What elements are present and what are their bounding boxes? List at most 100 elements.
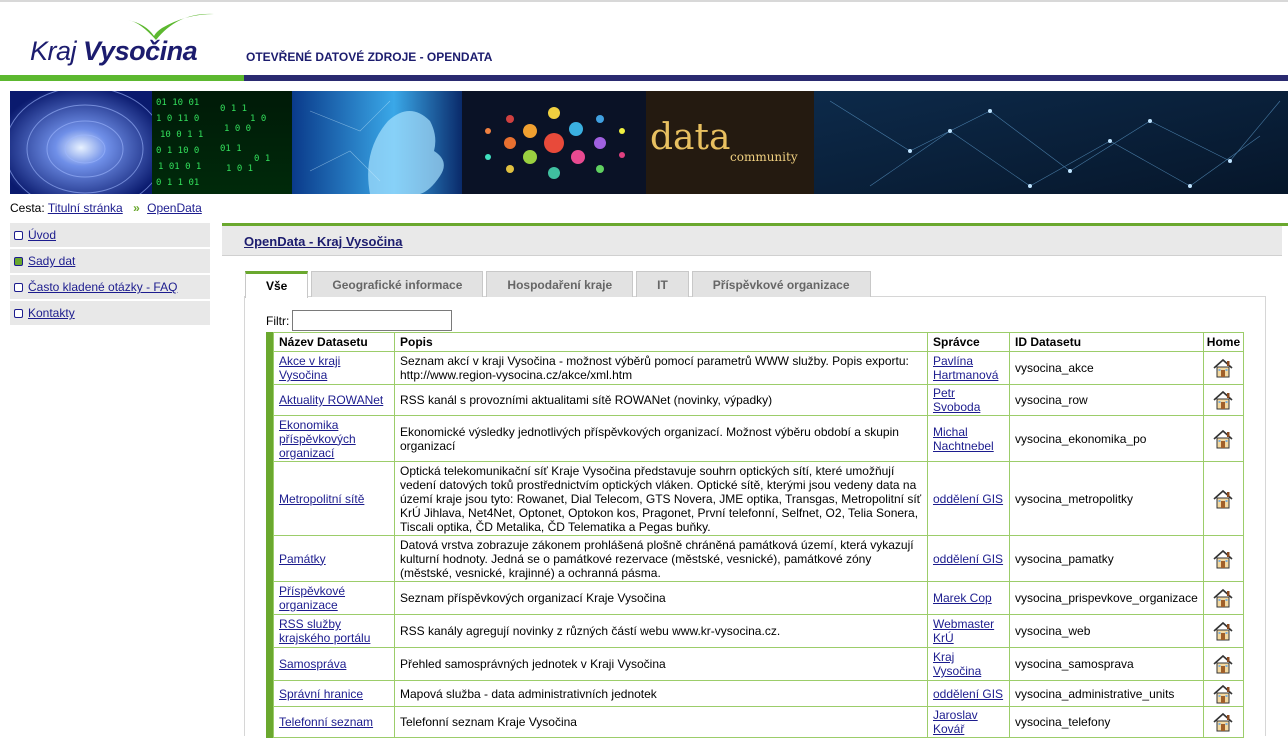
cell-home — [1202, 384, 1245, 416]
spravce-link[interactable]: Petr Svoboda — [933, 386, 980, 414]
svg-text:0 1: 0 1 — [254, 154, 270, 164]
sidebar-item-uvod[interactable]: Úvod — [10, 223, 210, 247]
tab-prispevkove-organizace[interactable]: Příspěvkové organizace — [691, 271, 871, 297]
category-tabs: Vše Geografické informace Hospodaření kr… — [245, 271, 874, 298]
breadcrumb-link-opendata[interactable]: OpenData — [147, 201, 202, 215]
table-row: Ekonomika příspěvkových organizací Ekonom… — [273, 415, 1245, 462]
spravce-link[interactable]: oddělení GIS — [933, 552, 1003, 566]
column-header-spravce[interactable]: Správce — [927, 332, 1010, 352]
sidebar-item-faq[interactable]: Často kladené otázky - FAQ — [10, 275, 210, 299]
sidebar-item-label[interactable]: Kontakty — [28, 306, 75, 320]
table-row: Příspěvkové organizace Seznam příspěvkový… — [273, 581, 1245, 615]
logo-word-vysocina: Vysočina — [83, 36, 198, 66]
cell-name: Metropolitní sítě — [273, 461, 395, 536]
column-header-description[interactable]: Popis — [394, 332, 928, 352]
cell-description: RSS kanály agregují novinky z různých čá… — [394, 614, 928, 648]
dataset-name-link[interactable]: RSS služby krajského portálu — [279, 617, 370, 645]
square-bullet-active-icon — [14, 256, 23, 266]
cell-description: Telefonní seznam Kraje Vysočina — [394, 706, 928, 738]
cell-spravce: oddělení GIS — [927, 535, 1010, 582]
svg-text:01 1: 01 1 — [220, 144, 242, 154]
tab-geograficke-informace[interactable]: Geografické informace — [311, 271, 484, 297]
table-row: RSS služby krajského portálu RSS kanály a… — [273, 614, 1245, 648]
home-icon[interactable] — [1212, 712, 1234, 732]
sidebar-item-label[interactable]: Často kladené otázky - FAQ — [28, 280, 177, 294]
table-row: Správní hranice Mapová služba - data admi… — [273, 680, 1245, 707]
cell-dataset-id: vysocina_akce — [1009, 351, 1204, 385]
spravce-link[interactable]: Pavlína Hartmanová — [933, 354, 998, 382]
main-content: OpenData - Kraj Vysočina Vše Geografické… — [222, 223, 1288, 738]
home-icon[interactable] — [1212, 588, 1234, 608]
svg-text:1 0 11 0: 1 0 11 0 — [156, 114, 199, 124]
breadcrumb-prefix: Cesta: — [10, 201, 45, 215]
site-title: OTEVŘENÉ DATOVÉ ZDROJE - OPENDATA — [246, 50, 493, 64]
home-icon[interactable] — [1212, 358, 1234, 378]
home-icon[interactable] — [1212, 429, 1234, 449]
dataset-name-link[interactable]: Příspěvkové organizace — [279, 584, 345, 612]
sidebar-item-label[interactable]: Úvod — [28, 228, 56, 242]
home-icon[interactable] — [1212, 549, 1234, 569]
home-icon[interactable] — [1212, 390, 1234, 410]
svg-text:1 01 0 1: 1 01 0 1 — [158, 162, 201, 172]
table-row: Metropolitní sítě Optická telekomunikační… — [273, 461, 1245, 536]
spravce-link[interactable]: Kraj Vysočina — [933, 650, 981, 678]
home-icon[interactable] — [1212, 489, 1234, 509]
dataset-name-link[interactable]: Samospráva — [279, 657, 346, 671]
site-header: Kraj Vysočina OTEVŘENÉ DATOVÉ ZDROJE - O… — [0, 2, 1288, 81]
tab-it[interactable]: IT — [636, 271, 689, 297]
svg-text:10 0 1 1: 10 0 1 1 — [160, 130, 203, 140]
kraj-vysocina-logo[interactable]: Kraj Vysočina — [30, 8, 220, 74]
cell-dataset-id: vysocina_samosprava — [1009, 647, 1204, 681]
home-icon[interactable] — [1212, 621, 1234, 641]
dataset-name-link[interactable]: Správní hranice — [279, 687, 363, 701]
filter-label: Filtr: — [266, 313, 290, 328]
cell-spravce: Michal Nachtnebel — [927, 415, 1010, 462]
datasets-table: Název Datasetu Popis Správce ID Datasetu… — [273, 332, 1245, 738]
column-header-name[interactable]: Název Datasetu — [273, 332, 395, 352]
cell-dataset-id: vysocina_prispevkove_organizace — [1009, 581, 1204, 615]
dataset-name-link[interactable]: Aktuality ROWANet — [279, 393, 383, 407]
page-title[interactable]: OpenData - Kraj Vysočina — [244, 234, 402, 249]
dataset-name-link[interactable]: Památky — [279, 552, 326, 566]
cell-name: Aktuality ROWANet — [273, 384, 395, 416]
cell-description: Přehled samosprávných jednotek v Kraji V… — [394, 647, 928, 681]
cell-name: Akce v kraji Vysočina — [273, 351, 395, 385]
logo-wordmark: Kraj Vysočina — [30, 36, 198, 67]
spravce-link[interactable]: oddělení GIS — [933, 687, 1003, 701]
spravce-link[interactable]: Michal Nachtnebel — [933, 425, 994, 453]
spravce-link[interactable]: Jaroslav Kovář — [933, 708, 978, 736]
breadcrumb-separator: » — [133, 201, 140, 215]
breadcrumb-link-home[interactable]: Titulní stránka — [48, 201, 123, 215]
datasets-table-wrap: Název Datasetu Popis Správce ID Datasetu… — [266, 332, 1245, 738]
tab-hospodareni-kraje[interactable]: Hospodaření kraje — [486, 271, 634, 297]
column-header-home: Home — [1202, 332, 1245, 352]
cell-description: Mapová služba - data administrativních j… — [394, 680, 928, 707]
cell-spravce: Kraj Vysočina — [927, 647, 1010, 681]
column-header-id[interactable]: ID Datasetu — [1009, 332, 1204, 352]
cell-home — [1202, 415, 1245, 462]
tab-vse[interactable]: Vše — [245, 271, 309, 298]
cell-home — [1202, 647, 1245, 681]
cell-spravce: oddělení GIS — [927, 680, 1010, 707]
dataset-name-link[interactable]: Akce v kraji Vysočina — [279, 354, 340, 382]
dataset-name-link[interactable]: Metropolitní sítě — [279, 492, 364, 506]
home-icon[interactable] — [1212, 684, 1234, 704]
spravce-link[interactable]: Webmaster KrÚ — [933, 617, 994, 645]
svg-text:0 1 10 0: 0 1 10 0 — [156, 146, 199, 156]
sidebar-item-sady-dat[interactable]: Sady dat — [10, 249, 210, 273]
sidebar-item-label[interactable]: Sady dat — [28, 254, 75, 268]
cell-dataset-id: vysocina_row — [1009, 384, 1204, 416]
cell-home — [1202, 535, 1245, 582]
cell-dataset-id: vysocina_telefony — [1009, 706, 1204, 738]
banner-data-word: data — [650, 117, 730, 158]
svg-text:1 0 0: 1 0 0 — [224, 124, 251, 134]
dataset-name-link[interactable]: Ekonomika příspěvkových organizací — [279, 418, 356, 460]
spravce-link[interactable]: oddělení GIS — [933, 492, 1003, 506]
spravce-link[interactable]: Marek Cop — [933, 591, 992, 605]
cell-home — [1202, 614, 1245, 648]
sidebar-item-kontakty[interactable]: Kontakty — [10, 301, 210, 325]
filter-input[interactable] — [292, 310, 453, 331]
cell-home — [1202, 706, 1245, 738]
home-icon[interactable] — [1212, 654, 1234, 674]
cell-dataset-id: vysocina_web — [1009, 614, 1204, 648]
